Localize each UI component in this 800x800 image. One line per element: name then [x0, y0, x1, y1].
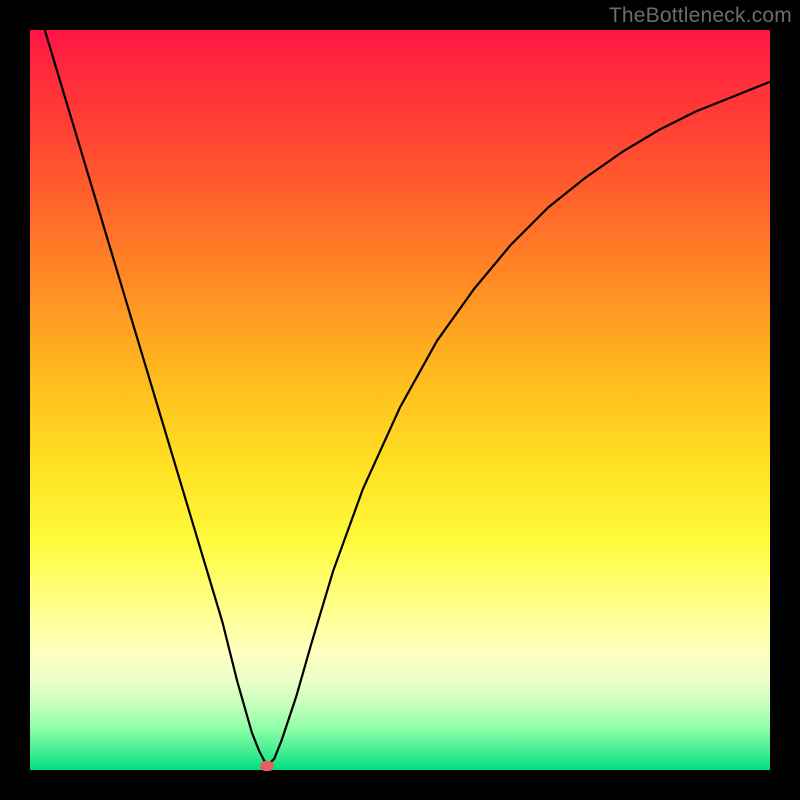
watermark-text: TheBottleneck.com — [609, 4, 792, 28]
optimal-point-marker — [260, 761, 274, 771]
curve-layer — [30, 30, 770, 770]
bottleneck-curve — [30, 30, 770, 766]
plot-area — [30, 30, 770, 770]
chart-frame: TheBottleneck.com — [0, 0, 800, 800]
